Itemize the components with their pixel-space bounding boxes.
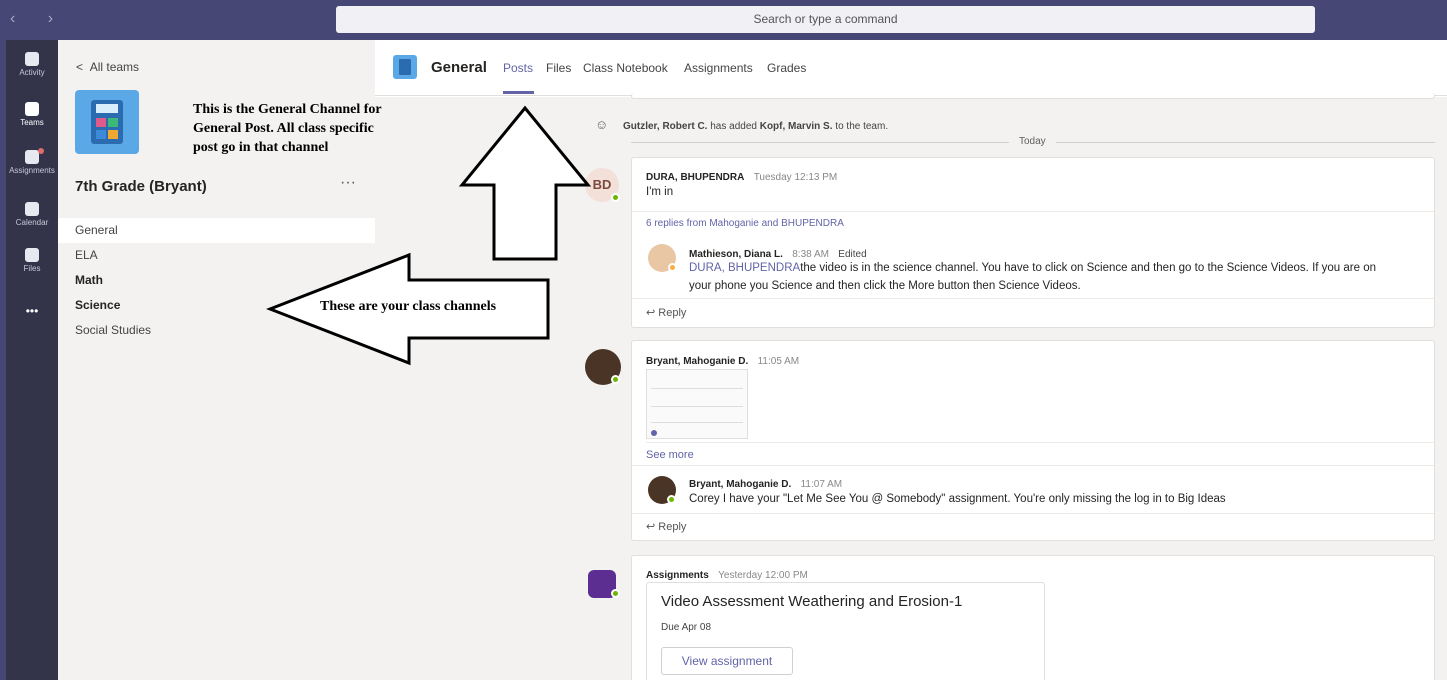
rail-label: Files bbox=[23, 264, 41, 273]
team-logo bbox=[75, 90, 139, 154]
rail-label: Calendar bbox=[15, 218, 49, 227]
person-add-icon: ☺ bbox=[595, 117, 609, 132]
title-bar: ‹ › Search or type a command bbox=[0, 0, 1447, 40]
chevron-left-icon: < bbox=[76, 60, 90, 74]
assignment-card[interactable]: Video Assessment Weathering and Erosion-… bbox=[646, 582, 1045, 680]
post-card: Assignments Yesterday 12:00 PM Video Ass… bbox=[631, 555, 1435, 680]
presence-available-icon bbox=[667, 495, 676, 504]
bell-icon bbox=[25, 52, 39, 66]
annotation-class-channels: These are your class channels bbox=[320, 299, 497, 314]
rail-item-assignments[interactable]: Assignments bbox=[6, 148, 58, 175]
reply-author[interactable]: Bryant, Mahoganie D. bbox=[689, 479, 791, 490]
calendar-icon bbox=[25, 202, 39, 216]
post-author[interactable]: DURA, BHUPENDRA bbox=[646, 172, 744, 183]
reply-text: Corey I have your "Let Me See You @ Some… bbox=[689, 493, 1226, 505]
today-label: Today bbox=[1009, 136, 1056, 147]
presence-available-icon bbox=[611, 589, 620, 598]
post-author[interactable]: Bryant, Mahoganie D. bbox=[646, 356, 748, 367]
rail-item-calendar[interactable]: Calendar bbox=[6, 202, 58, 227]
annotation-general-channel: This is the General Channel for General … bbox=[193, 102, 382, 155]
file-icon bbox=[25, 248, 39, 262]
rail-label: Assignments bbox=[9, 166, 55, 175]
due-date: Due Apr 08 bbox=[661, 622, 712, 633]
tab-assignments[interactable]: Assignments bbox=[684, 61, 753, 75]
post-author[interactable]: Assignments bbox=[646, 570, 709, 581]
rail-item-files[interactable]: Files bbox=[6, 248, 58, 273]
more-icon: ••• bbox=[25, 304, 39, 318]
channel-header: General Posts Files Class Notebook Assig… bbox=[375, 40, 1447, 96]
tab-posts[interactable]: Posts bbox=[503, 61, 533, 75]
system-message: Gutzler, Robert C. has added Kopf, Marvi… bbox=[623, 121, 889, 132]
presence-available-icon bbox=[611, 375, 620, 384]
active-tab-indicator bbox=[503, 91, 534, 94]
presence-away-icon bbox=[668, 263, 677, 272]
team-name: 7th Grade (Bryant) bbox=[75, 178, 207, 195]
tab-class-notebook[interactable]: Class Notebook bbox=[583, 61, 668, 75]
teams-icon bbox=[25, 102, 39, 116]
reply-button[interactable]: ↩ Reply bbox=[646, 306, 686, 319]
tab-files[interactable]: Files bbox=[546, 61, 571, 75]
screenshot-thumbnail[interactable] bbox=[646, 369, 748, 439]
view-assignment-button[interactable]: View assignment bbox=[661, 647, 793, 675]
channel-icon bbox=[393, 55, 417, 79]
post-time: Yesterday 12:00 PM bbox=[718, 570, 808, 581]
search-input[interactable]: Search or type a command bbox=[336, 6, 1315, 33]
tab-grades[interactable]: Grades bbox=[767, 61, 806, 75]
reply-arrow-icon: ↩ bbox=[646, 521, 659, 533]
presence-available-icon bbox=[611, 193, 620, 202]
more-apps-button[interactable]: ••• bbox=[6, 304, 58, 318]
mention[interactable]: DURA, BHUPENDRA bbox=[689, 262, 800, 274]
channel-title: General bbox=[431, 59, 487, 76]
post-text: I'm in bbox=[646, 186, 674, 198]
see-more-link[interactable]: See more bbox=[646, 449, 694, 461]
rail-label: Activity bbox=[19, 68, 45, 77]
all-teams-link[interactable]: < All teams bbox=[76, 60, 139, 74]
reply-arrow-icon: ↩ bbox=[646, 307, 659, 319]
reply-button[interactable]: ↩ Reply bbox=[646, 520, 686, 533]
assignment-title: Video Assessment Weathering and Erosion-… bbox=[661, 593, 963, 610]
nav-arrows[interactable]: ‹ › bbox=[10, 10, 67, 28]
replies-summary[interactable]: 6 replies from Mahoganie and BHUPENDRA bbox=[646, 218, 844, 229]
rail-item-activity[interactable]: Activity bbox=[6, 52, 58, 77]
post-card: Bryant, Mahoganie D. 11:05 AM See more B… bbox=[631, 340, 1436, 541]
post-time: Tuesday 12:13 PM bbox=[753, 172, 838, 183]
rail-item-teams[interactable]: Teams bbox=[6, 102, 58, 127]
notification-dot bbox=[38, 148, 44, 154]
rail-label: Teams bbox=[20, 118, 44, 127]
clipped-message-card bbox=[631, 93, 1435, 99]
team-more-button[interactable]: ··· bbox=[340, 174, 356, 192]
arrow-up-annotation bbox=[458, 105, 592, 261]
reply-text: DURA, BHUPENDRAthe video is in the scien… bbox=[689, 262, 1377, 292]
app-rail: Activity Teams Assignments Calendar File… bbox=[0, 40, 58, 680]
backpack-icon bbox=[25, 150, 39, 164]
post-card: DURA, BHUPENDRA Tuesday 12:13 PM I'm in … bbox=[631, 157, 1435, 328]
post-time: 11:05 AM bbox=[757, 356, 800, 367]
reply-time: 11:07 AM bbox=[800, 479, 843, 490]
channel-general[interactable]: General bbox=[58, 218, 375, 243]
